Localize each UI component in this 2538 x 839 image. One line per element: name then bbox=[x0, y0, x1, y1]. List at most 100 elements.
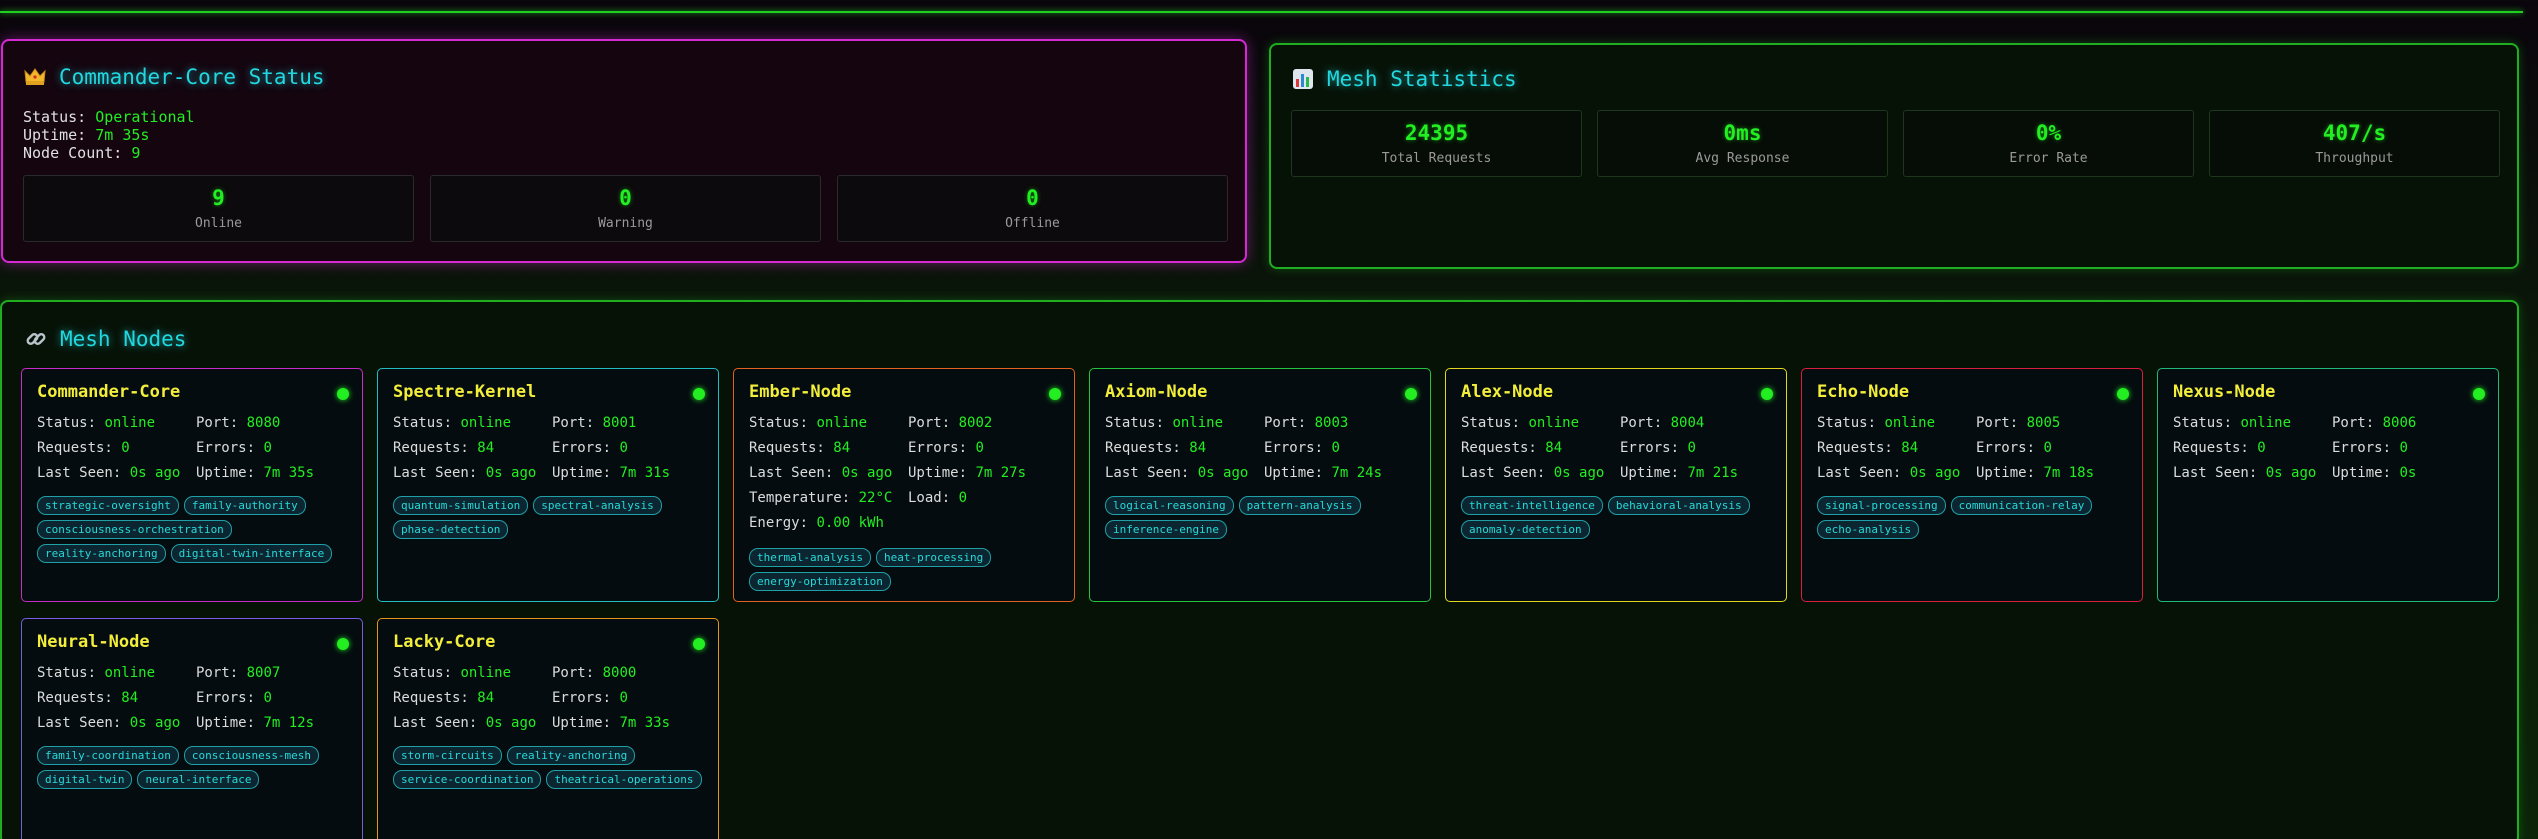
node-requests-value: 84 bbox=[1189, 440, 1207, 456]
status-dot-icon bbox=[2473, 388, 2485, 400]
node-last-seen-label: Last Seen: bbox=[37, 715, 122, 731]
node-uptime-label: Uptime: bbox=[2332, 465, 2392, 481]
node-name: Nexus-Node bbox=[2173, 382, 2276, 402]
node-last-seen-label: Last Seen: bbox=[1817, 465, 1902, 481]
node-card[interactable]: Alex-Node Status: online Port: 8004 Request… bbox=[1445, 368, 1787, 602]
node-last-seen-value: 0s ago bbox=[485, 465, 537, 481]
node-name: Ember-Node bbox=[749, 382, 852, 402]
node-status-value: online bbox=[460, 415, 512, 431]
node-status: Status: online bbox=[37, 665, 196, 681]
node-errors-label: Errors: bbox=[552, 690, 612, 706]
node-status-label: Status: bbox=[393, 665, 453, 681]
node-last-seen-value: 0s ago bbox=[2265, 465, 2317, 481]
status-value: Operational bbox=[95, 108, 195, 126]
node-last-seen-value: 0s ago bbox=[1909, 465, 1961, 481]
capability-tags: threat-intelligence behavioral-analysis an… bbox=[1461, 496, 1781, 539]
node-uptime: Uptime: 7m 24s bbox=[1264, 465, 1424, 481]
node-card[interactable]: Echo-Node Status: online Port: 8005 Request… bbox=[1801, 368, 2143, 602]
node-port: Port: 8007 bbox=[196, 665, 356, 681]
node-last-seen: Last Seen: 0s ago bbox=[393, 465, 552, 481]
node-last-seen-label: Last Seen: bbox=[2173, 465, 2258, 481]
node-last-seen: Last Seen: 0s ago bbox=[37, 715, 196, 731]
node-card[interactable]: Spectre-Kernel Status: online Port: 8001 Re… bbox=[377, 368, 719, 602]
node-requests-label: Requests: bbox=[393, 690, 469, 706]
node-card[interactable]: Commander-Core Status: online Port: 8080 Re… bbox=[21, 368, 363, 602]
node-errors-label: Errors: bbox=[1976, 440, 2036, 456]
node-last-seen-label: Last Seen: bbox=[749, 465, 834, 481]
node-energy-label: Energy: bbox=[749, 515, 809, 531]
capability-tags: storm-circuits reality-anchoring service-c… bbox=[393, 746, 713, 789]
node-card[interactable]: Lacky-Core Status: online Port: 8000 Reques… bbox=[377, 618, 719, 839]
node-requests-label: Requests: bbox=[1105, 440, 1181, 456]
commander-status-title: Commander-Core Status bbox=[23, 65, 325, 89]
node-last-seen: Last Seen: 0s ago bbox=[37, 465, 196, 481]
status-dot-icon bbox=[1761, 388, 1773, 400]
node-errors: Errors: 0 bbox=[552, 440, 712, 456]
node-name: Echo-Node bbox=[1817, 382, 1910, 402]
node-port: Port: 8004 bbox=[1620, 415, 1780, 431]
node-errors-label: Errors: bbox=[552, 440, 612, 456]
node-uptime: Uptime: 7m 18s bbox=[1976, 465, 2136, 481]
node-requests-label: Requests: bbox=[37, 440, 113, 456]
node-status-value: online bbox=[816, 415, 868, 431]
crown-icon bbox=[23, 65, 47, 89]
capability-tag: consciousness-orchestration bbox=[37, 520, 232, 539]
node-uptime: Uptime: 7m 35s bbox=[196, 465, 356, 481]
node-details: Status: online Port: 8003 Requests: 84 Erro… bbox=[1105, 415, 1425, 481]
node-errors: Errors: 0 bbox=[196, 690, 356, 706]
node-uptime-label: Uptime: bbox=[908, 465, 968, 481]
node-uptime: Uptime: 7m 27s bbox=[908, 465, 1068, 481]
node-requests: Requests: 84 bbox=[393, 690, 552, 706]
offline-count-box: 0 Offline bbox=[837, 175, 1228, 242]
node-last-seen-label: Last Seen: bbox=[393, 465, 478, 481]
node-status-label: Status: bbox=[1105, 415, 1165, 431]
status-dot-icon bbox=[337, 388, 349, 400]
node-requests: Requests: 0 bbox=[37, 440, 196, 456]
node-port-label: Port: bbox=[908, 415, 951, 431]
node-status-value: online bbox=[104, 415, 156, 431]
node-card[interactable]: Ember-Node Status: online Port: 8002 Reques… bbox=[733, 368, 1075, 602]
link-icon bbox=[24, 327, 48, 351]
uptime-label: Uptime: bbox=[23, 126, 87, 144]
node-port: Port: 8001 bbox=[552, 415, 712, 431]
node-port-label: Port: bbox=[196, 415, 239, 431]
capability-tags: thermal-analysis heat-processing energy-op… bbox=[749, 548, 1069, 591]
node-errors-label: Errors: bbox=[1620, 440, 1680, 456]
total-requests-label: Total Requests bbox=[1381, 151, 1492, 166]
node-requests: Requests: 0 bbox=[2173, 440, 2332, 456]
node-status: Status: online bbox=[37, 415, 196, 431]
node-name: Commander-Core bbox=[37, 382, 181, 402]
capability-tag: phase-detection bbox=[393, 520, 509, 539]
capability-tag: family-coordination bbox=[37, 746, 179, 765]
node-uptime-value: 7m 21s bbox=[1687, 465, 1739, 481]
node-card[interactable]: Neural-Node Status: online Port: 8007 Reque… bbox=[21, 618, 363, 839]
node-errors-label: Errors: bbox=[196, 440, 256, 456]
node-errors-value: 0 bbox=[619, 440, 628, 456]
node-requests-value: 84 bbox=[833, 440, 851, 456]
avg-response-value: 0ms bbox=[1723, 121, 1762, 145]
node-errors: Errors: 0 bbox=[552, 690, 712, 706]
node-last-seen: Last Seen: 0s ago bbox=[749, 465, 908, 481]
mesh-statistics-title: Mesh Statistics bbox=[1291, 67, 1517, 91]
node-port-value: 8006 bbox=[2382, 415, 2417, 431]
node-errors-label: Errors: bbox=[1264, 440, 1324, 456]
node-port-value: 8005 bbox=[2026, 415, 2061, 431]
mesh-nodes-panel: Mesh Nodes Commander-Core Status: online P… bbox=[0, 300, 2519, 839]
node-requests-value: 84 bbox=[477, 440, 495, 456]
online-label: Online bbox=[195, 216, 242, 231]
node-name: Neural-Node bbox=[37, 632, 150, 652]
mesh-statistics-title-text: Mesh Statistics bbox=[1327, 67, 1517, 91]
status-dot-icon bbox=[337, 638, 349, 650]
node-card[interactable]: Nexus-Node Status: online Port: 8006 Reques… bbox=[2157, 368, 2499, 602]
node-requests-label: Requests: bbox=[37, 690, 113, 706]
node-last-seen-label: Last Seen: bbox=[393, 715, 478, 731]
node-card[interactable]: Axiom-Node Status: online Port: 8003 Reques… bbox=[1089, 368, 1431, 602]
capability-tag: echo-analysis bbox=[1817, 520, 1920, 539]
node-port-label: Port: bbox=[1264, 415, 1307, 431]
node-last-seen-value: 0s ago bbox=[841, 465, 893, 481]
status-dot-icon bbox=[2117, 388, 2129, 400]
node-port: Port: 8006 bbox=[2332, 415, 2492, 431]
throughput-value: 407/s bbox=[2322, 121, 2387, 145]
node-last-seen: Last Seen: 0s ago bbox=[1105, 465, 1264, 481]
node-name: Alex-Node bbox=[1461, 382, 1554, 402]
